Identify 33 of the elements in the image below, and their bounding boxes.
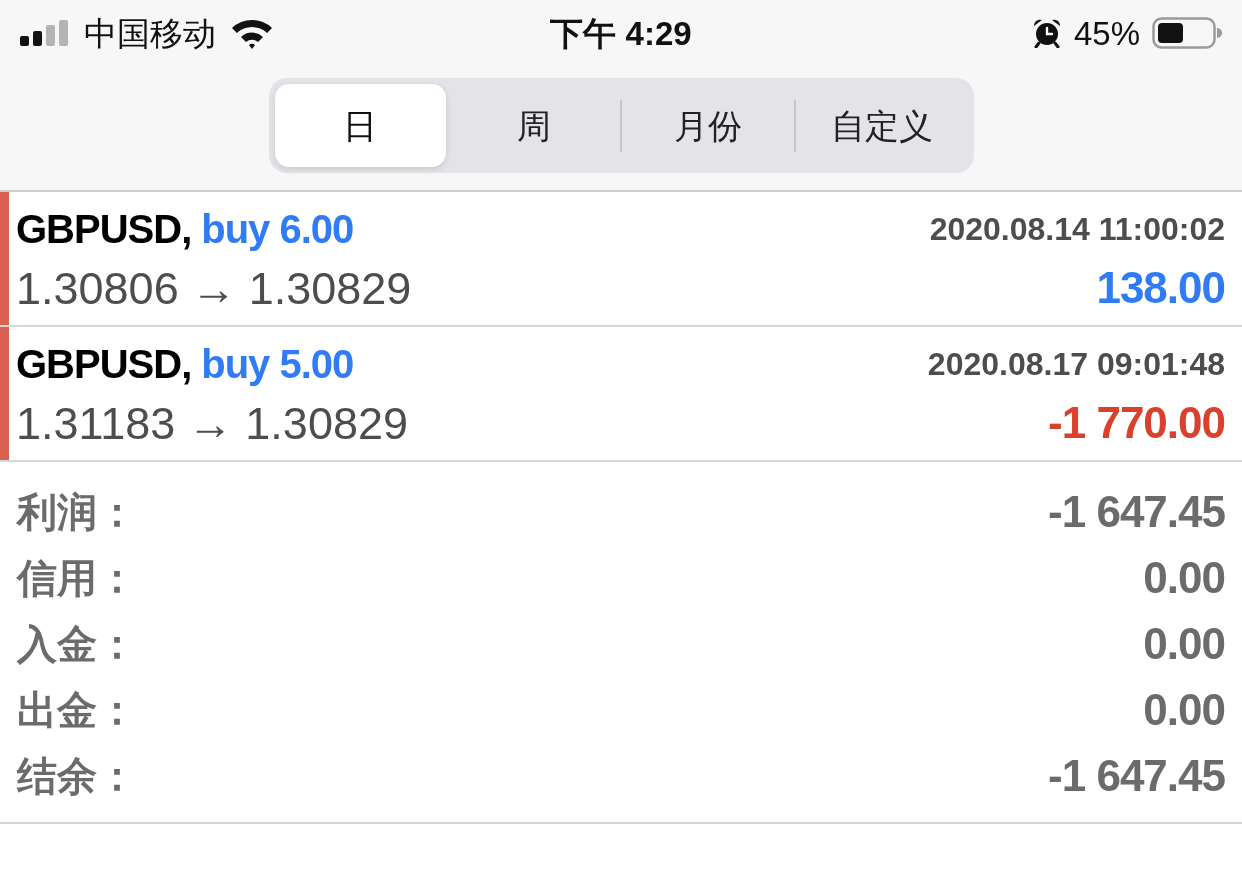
summary-value: 0.00 [1143, 556, 1225, 600]
battery-percent: 45% [1073, 16, 1140, 50]
wifi-icon [230, 17, 274, 49]
period-tab[interactable]: 自定义 [795, 84, 968, 167]
period-tab[interactable]: 月份 [622, 84, 794, 167]
deal-datetime: 2020.08.14 11:00:02 [929, 213, 1225, 245]
deal-side-volume: buy 6.00 [201, 209, 354, 249]
alarm-clock-icon [1031, 18, 1062, 48]
battery-icon [1152, 17, 1222, 49]
deal-profit: 138.00 [1096, 266, 1225, 310]
carrier-name: 中国移动 [84, 16, 216, 50]
deal-datetime: 2020.08.17 09:01:48 [927, 348, 1225, 380]
deal-profit: -1 770.00 [1048, 401, 1225, 445]
symbol-label: GBPUSD, [16, 344, 192, 384]
summary-label: 结余： [17, 756, 137, 796]
summary-label: 利润： [17, 492, 137, 532]
period-tab[interactable]: 日 [274, 84, 447, 167]
summary-value: 0.00 [1143, 622, 1225, 666]
period-tab[interactable]: 周 [448, 84, 620, 167]
deal-row[interactable]: GBPUSD, buy 6.00 2020.08.14 11:00:02 1.30806 → 1.30829 138.00 [0, 192, 1242, 327]
summary-value: 0.00 [1143, 688, 1225, 732]
summary-value: -1 647.45 [1048, 754, 1225, 798]
clock-time: 下午 4:29 [550, 16, 692, 50]
deal-prices: 1.31183 → 1.30829 [16, 400, 408, 446]
deal-prices: 1.30806 → 1.30829 [16, 265, 412, 311]
deal-side-volume: buy 5.00 [201, 344, 354, 384]
summary-label: 出金： [17, 690, 137, 730]
summary-value: -1 647.45 [1048, 490, 1225, 534]
signal-bars-icon [20, 20, 70, 46]
deal-row[interactable]: GBPUSD, buy 5.00 2020.08.17 09:01:48 1.31183 → 1.30829 -1 770.00 [0, 327, 1242, 462]
summary-label: 入金： [17, 624, 137, 664]
summary-label: 信用： [17, 558, 137, 598]
symbol-label: GBPUSD, [16, 209, 192, 249]
